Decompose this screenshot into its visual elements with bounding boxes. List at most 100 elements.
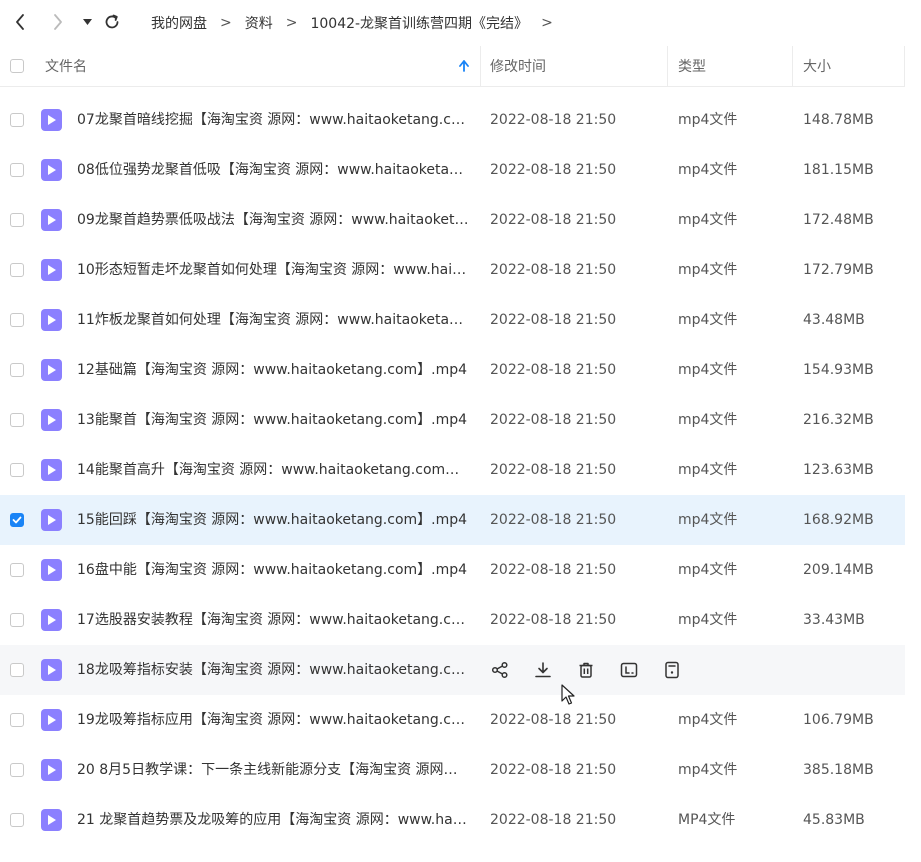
- column-divider[interactable]: [667, 46, 668, 86]
- file-type: mp4文件: [678, 462, 738, 478]
- file-size: 216.32MB: [803, 412, 874, 428]
- file-name[interactable]: 15能回踩【海淘宝资 源网：www.haitaoketang.com】.mp4: [77, 495, 470, 545]
- file-modified-date: 2022-08-18 21:50: [490, 362, 617, 378]
- file-name[interactable]: 11炸板龙聚首如何处理【海淘宝资 源网：www.haitaoketang.com…: [77, 295, 470, 345]
- file-row[interactable]: 08低位强势龙聚首低吸【海淘宝资 源网：www.haitaoketang.com…: [0, 145, 905, 195]
- file-modified-date: 2022-08-18 21:50: [490, 262, 617, 278]
- row-checkbox[interactable]: [10, 663, 24, 677]
- file-size: 172.79MB: [803, 262, 874, 278]
- file-name[interactable]: 12基础篇【海淘宝资 源网：www.haitaoketang.com】.mp4: [77, 345, 470, 395]
- row-checkbox[interactable]: [10, 763, 24, 777]
- video-file-icon: [41, 709, 62, 731]
- video-file-icon: [41, 559, 62, 581]
- file-modified-date: 2022-08-18 21:50: [490, 462, 617, 478]
- select-all-checkbox[interactable]: [10, 59, 24, 73]
- scrollbar-track[interactable]: [905, 46, 921, 862]
- file-modified-date: 2022-08-18 21:50: [490, 562, 617, 578]
- file-size: 148.78MB: [803, 112, 874, 128]
- history-dropdown-button[interactable]: [75, 10, 99, 34]
- file-name[interactable]: 21 龙聚首趋势票及龙吸筹的应用【海淘宝资 源网：www.haitaoketan…: [77, 795, 470, 845]
- file-name[interactable]: 10形态短暂走坏龙聚首如何处理【海淘宝资 源网：www.haitaoketang…: [77, 245, 470, 295]
- row-checkbox[interactable]: [10, 713, 24, 727]
- forward-button[interactable]: [46, 10, 70, 34]
- video-file-icon: [41, 759, 62, 781]
- file-row[interactable]: 19龙吸筹指标应用【海淘宝资 源网：www.haitaoketang.com】.…: [0, 695, 905, 745]
- file-row[interactable]: 13能聚首【海淘宝资 源网：www.haitaoketang.com】.mp4 2…: [0, 395, 905, 445]
- video-file-icon: [41, 809, 62, 831]
- file-type: mp4文件: [678, 612, 738, 628]
- file-type: mp4文件: [678, 412, 738, 428]
- column-header-type[interactable]: 类型: [678, 46, 706, 86]
- row-checkbox[interactable]: [10, 813, 24, 827]
- row-checkbox[interactable]: [10, 563, 24, 577]
- file-row[interactable]: 10形态短暂走坏龙聚首如何处理【海淘宝资 源网：www.haitaoketang…: [0, 245, 905, 295]
- file-row[interactable]: 15能回踩【海淘宝资 源网：www.haitaoketang.com】.mp4 2…: [0, 495, 905, 545]
- file-row[interactable]: 18龙吸筹指标安装【海淘宝资 源网：www.haitaoketang.com】.…: [0, 645, 905, 695]
- sort-up-arrow-icon[interactable]: [459, 46, 469, 86]
- file-row[interactable]: 11炸板龙聚首如何处理【海淘宝资 源网：www.haitaoketang.com…: [0, 295, 905, 345]
- row-checkbox[interactable]: [10, 363, 24, 377]
- file-modified-date: 2022-08-18 21:50: [490, 312, 617, 328]
- file-size: 168.92MB: [803, 512, 874, 528]
- column-header-name[interactable]: 文件名: [45, 46, 87, 86]
- file-name[interactable]: 14能聚首高升【海淘宝资 源网：www.haitaoketang.com】.mp…: [77, 445, 470, 495]
- file-row[interactable]: 14能聚首高升【海淘宝资 源网：www.haitaoketang.com】.mp…: [0, 445, 905, 495]
- row-checkbox[interactable]: [10, 413, 24, 427]
- file-name[interactable]: 07龙聚首暗线挖掘【海淘宝资 源网：www.haitaoketang.com】.…: [77, 95, 470, 145]
- breadcrumb-materials[interactable]: 资料: [245, 13, 273, 33]
- file-name[interactable]: 18龙吸筹指标安装【海淘宝资 源网：www.haitaoketang.com】.…: [77, 645, 470, 695]
- file-row[interactable]: 20 8月5日教学课：下一条主线新能源分支【海淘宝资 源网：www.haitao…: [0, 745, 905, 795]
- file-size: 209.14MB: [803, 562, 874, 578]
- row-checkbox[interactable]: [10, 463, 24, 477]
- file-list-header: 文件名 修改时间 类型 大小: [0, 46, 905, 87]
- video-file-icon: [41, 609, 62, 631]
- file-row[interactable]: 07龙聚首暗线挖掘【海淘宝资 源网：www.haitaoketang.com】.…: [0, 95, 905, 145]
- download-icon[interactable]: [533, 660, 553, 680]
- file-name[interactable]: 17选股器安装教程【海淘宝资 源网：www.haitaoketang.com】.…: [77, 595, 470, 645]
- row-checkbox[interactable]: [10, 163, 24, 177]
- file-modified-date: 2022-08-18 21:50: [490, 762, 617, 778]
- file-size: 45.83MB: [803, 812, 865, 828]
- file-size: 33.43MB: [803, 612, 865, 628]
- refresh-button[interactable]: [100, 10, 124, 34]
- breadcrumb-separator: >: [220, 15, 232, 31]
- row-checkbox[interactable]: [10, 213, 24, 227]
- file-name[interactable]: 16盘中能【海淘宝资 源网：www.haitaoketang.com】.mp4: [77, 545, 470, 595]
- back-button[interactable]: [8, 10, 32, 34]
- breadcrumb: 我的网盘 > 资料 > 10042-龙聚首训练营四期《完结》 >: [151, 0, 566, 46]
- file-row[interactable]: 09龙聚首趋势票低吸战法【海淘宝资 源网：www.haitaoketang.co…: [0, 195, 905, 245]
- file-name[interactable]: 09龙聚首趋势票低吸战法【海淘宝资 源网：www.haitaoketang.co…: [77, 195, 470, 245]
- file-row[interactable]: 17选股器安装教程【海淘宝资 源网：www.haitaoketang.com】.…: [0, 595, 905, 645]
- breadcrumb-my-drive[interactable]: 我的网盘: [151, 13, 207, 33]
- breadcrumb-current-folder[interactable]: 10042-龙聚首训练营四期《完结》: [310, 13, 528, 33]
- rename-icon[interactable]: [619, 660, 639, 680]
- file-type: mp4文件: [678, 312, 738, 328]
- delete-icon[interactable]: [576, 660, 596, 680]
- file-row[interactable]: 12基础篇【海淘宝资 源网：www.haitaoketang.com】.mp4 2…: [0, 345, 905, 395]
- file-name[interactable]: 08低位强势龙聚首低吸【海淘宝资 源网：www.haitaoketang.com…: [77, 145, 470, 195]
- more-info-icon[interactable]: [662, 660, 682, 680]
- file-size: 123.63MB: [803, 462, 874, 478]
- row-checkbox[interactable]: [10, 113, 24, 127]
- video-file-icon: [41, 259, 62, 281]
- video-file-icon: [41, 109, 62, 131]
- row-checkbox[interactable]: [10, 263, 24, 277]
- row-checkbox[interactable]: [10, 513, 24, 527]
- file-name[interactable]: 13能聚首【海淘宝资 源网：www.haitaoketang.com】.mp4: [77, 395, 470, 445]
- row-hover-actions: [490, 660, 705, 680]
- column-header-modified[interactable]: 修改时间: [490, 46, 546, 86]
- file-row[interactable]: 16盘中能【海淘宝资 源网：www.haitaoketang.com】.mp4 2…: [0, 545, 905, 595]
- row-checkbox[interactable]: [10, 313, 24, 327]
- file-name[interactable]: 20 8月5日教学课：下一条主线新能源分支【海淘宝资 源网：www.haitao…: [77, 745, 470, 795]
- file-modified-date: 2022-08-18 21:50: [490, 512, 617, 528]
- column-divider[interactable]: [792, 46, 793, 86]
- video-file-icon: [41, 159, 62, 181]
- file-name[interactable]: 19龙吸筹指标应用【海淘宝资 源网：www.haitaoketang.com】.…: [77, 695, 470, 745]
- column-header-size[interactable]: 大小: [803, 46, 831, 86]
- video-file-icon: [41, 359, 62, 381]
- column-divider[interactable]: [480, 46, 481, 86]
- row-checkbox[interactable]: [10, 613, 24, 627]
- file-type: mp4文件: [678, 212, 738, 228]
- share-icon[interactable]: [490, 660, 510, 680]
- file-row[interactable]: 21 龙聚首趋势票及龙吸筹的应用【海淘宝资 源网：www.haitaoketan…: [0, 795, 905, 845]
